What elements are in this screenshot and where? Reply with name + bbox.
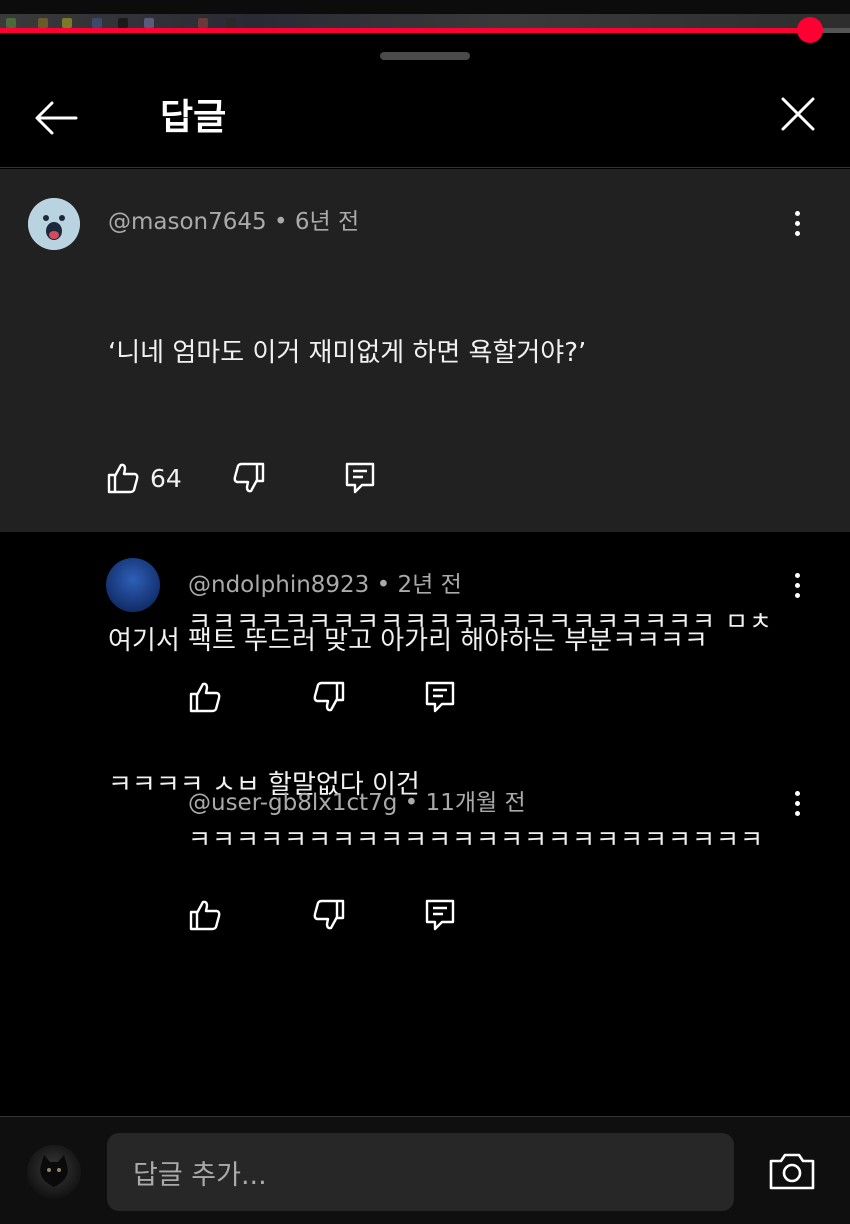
reply-icon [425, 681, 455, 713]
comment-time: 2년 전 [397, 572, 462, 598]
thumbs-up-icon [189, 900, 221, 931]
root-comment: @mason7645 • 6년 전 ‘니네 엄마도 이거 재미없게 하면 욕할거… [0, 169, 850, 800]
progress-fill [0, 28, 811, 33]
meta-separator: • [273, 209, 288, 235]
close-button[interactable] [770, 86, 826, 142]
cat-avatar-icon [40, 1155, 68, 1187]
thumbs-up-icon [107, 463, 139, 494]
avatar-face-icon [28, 198, 80, 250]
meta-separator: • [404, 790, 419, 816]
tray-icon [38, 18, 48, 28]
avatar[interactable] [106, 558, 160, 612]
tray-icon [118, 18, 128, 28]
dislike-button[interactable] [312, 898, 346, 932]
arrow-left-icon [35, 101, 78, 135]
comment-meta: @user-gb8lx1ct7g • 11개월 전 [188, 783, 526, 817]
reply-icon [425, 899, 455, 931]
thumbs-down-icon [233, 462, 265, 493]
thumbs-down-icon [313, 899, 345, 930]
reply-input[interactable]: 답글 추가... [107, 1133, 734, 1211]
camera-icon [769, 1153, 815, 1190]
meta-separator: • [376, 572, 391, 598]
more-vert-icon [794, 790, 800, 816]
like-count: 64 [150, 463, 182, 493]
comment-time: 6년 전 [294, 209, 360, 235]
progress-scrubber-handle[interactable] [797, 17, 824, 43]
more-options-button[interactable] [782, 565, 812, 605]
thumbs-up-icon [189, 682, 221, 713]
comment-meta: @mason7645 • 6년 전 [108, 202, 359, 236]
tray-icon [6, 18, 16, 28]
tray-icon [92, 18, 102, 28]
comment-time: 11개월 전 [425, 790, 526, 816]
more-vert-icon [794, 572, 800, 598]
author-name[interactable]: @ndolphin8923 [188, 572, 369, 598]
reply-button[interactable] [344, 461, 376, 495]
page-title: 답글 [160, 97, 227, 138]
author-name[interactable]: @user-gb8lx1ct7g [188, 790, 397, 816]
like-button[interactable]: 64 [106, 461, 182, 495]
like-button[interactable] [188, 898, 222, 932]
drag-handle[interactable] [380, 52, 470, 60]
comment-line: ‘니네 엄마도 이거 재미없게 하면 욕할거야?’ [108, 338, 587, 368]
reply-composer: 답글 추가... [0, 1116, 850, 1224]
comment-meta: @ndolphin8923 • 2년 전 [188, 565, 462, 599]
more-options-button[interactable] [782, 783, 812, 823]
camera-button[interactable] [766, 1147, 818, 1195]
comment-line [108, 473, 708, 521]
avatar[interactable] [28, 198, 80, 250]
dislike-button[interactable] [232, 461, 266, 495]
more-vert-icon [794, 210, 800, 236]
tray-icon [144, 18, 154, 28]
reply-button[interactable] [424, 680, 456, 714]
more-options-button[interactable] [782, 203, 812, 243]
video-progress-bar[interactable] [0, 17, 850, 43]
reply-icon [345, 462, 375, 494]
tray-icon [62, 18, 72, 28]
like-button[interactable] [188, 680, 222, 714]
author-name[interactable]: @mason7645 [108, 209, 267, 235]
comment-body: ㅋㅋㅋㅋㅋㅋㅋㅋㅋㅋㅋㅋㅋㅋㅋㅋㅋㅋㅋㅋㅋㅋㅋㅋ [188, 825, 765, 854]
tray-icon [226, 18, 236, 28]
panel-header: 답글 [0, 68, 850, 168]
back-button[interactable] [28, 90, 84, 146]
user-avatar[interactable] [27, 1145, 81, 1199]
close-icon [781, 97, 815, 131]
dislike-button[interactable] [312, 680, 346, 714]
tray-icon [198, 18, 208, 28]
reply-button[interactable] [424, 898, 456, 932]
thumbs-down-icon [313, 681, 345, 712]
comment-body: ㅋㅋㅋㅋㅋㅋㅋㅋㅋㅋㅋㅋㅋㅋㅋㅋㅋㅋㅋㅋㅋㅋ ㅁㅊ [188, 607, 773, 636]
